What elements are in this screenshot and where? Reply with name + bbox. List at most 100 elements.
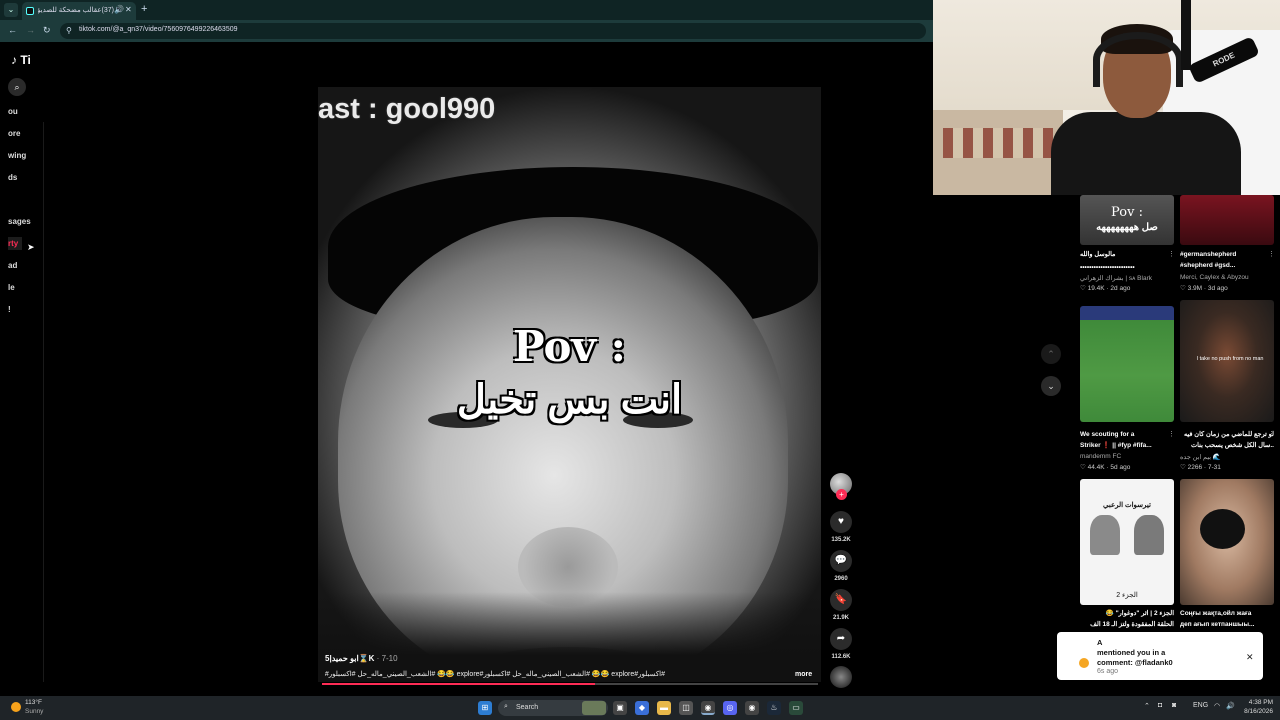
volume-icon[interactable]: 🔊 xyxy=(1226,702,1235,710)
store-icon[interactable]: ◫ xyxy=(679,701,693,715)
related-card-title2[interactable]: #shepherd #gsd... xyxy=(1180,261,1274,270)
related-card-title[interactable]: لو ترجع للماضي من زمان كان فيه xyxy=(1180,430,1274,439)
discord-icon[interactable]: ◎ xyxy=(723,701,737,715)
age-value: 5d ago xyxy=(1110,464,1131,471)
close-icon[interactable]: ✕ xyxy=(1246,652,1254,663)
site-info-icon[interactable]: ⚲ xyxy=(66,26,72,35)
sidebar-item-friends[interactable]: ds xyxy=(8,173,17,182)
clock-date[interactable]: 8/16/2026 xyxy=(1238,708,1273,715)
chrome-alt-icon[interactable]: ◉ xyxy=(745,701,759,715)
search-highlight-icon[interactable] xyxy=(582,701,606,715)
steam-icon[interactable]: ♨ xyxy=(767,701,781,715)
wifi-icon[interactable]: ◠ xyxy=(1214,702,1220,710)
related-card-title2[interactable]: Striker ❗ || #fyp #fifa... xyxy=(1080,441,1174,450)
weather-condition[interactable]: Sunny xyxy=(25,708,43,715)
related-card-title2[interactable]: •••••••••••••••••••••••• xyxy=(1080,263,1174,272)
sidebar-divider xyxy=(43,122,44,682)
browser-tab-strip: ⌄ (37)عقالب مضحكة للصديق 🔊 ✕ + xyxy=(0,0,933,20)
like-heart-icon[interactable]: ♥ xyxy=(830,511,852,533)
video-date-value: 7-10 xyxy=(381,654,398,663)
chrome-icon[interactable]: ◉ xyxy=(701,701,715,715)
tray-app-icon[interactable]: ◙ xyxy=(1172,702,1176,709)
tiktok-logo[interactable]: ♪ Ti xyxy=(11,53,31,67)
webcam-streamer-body xyxy=(1051,112,1241,195)
related-card-title2[interactable]: ..سال الكل شخص يسحب بنات xyxy=(1180,441,1274,450)
related-card-thumbnail[interactable]: Pov : صل ههههههههه xyxy=(1080,195,1174,245)
related-card-title[interactable]: مالوسل والله xyxy=(1080,250,1174,259)
reload-icon[interactable]: ↻ xyxy=(43,25,51,36)
share-arrow-icon[interactable]: ➦ xyxy=(830,628,852,650)
related-card-title2[interactable]: الحلقة المفقودة ولتز الـ 18 الف xyxy=(1080,620,1174,629)
browser-tab-active[interactable]: (37)عقالب مضحكة للصديق 🔊 ✕ xyxy=(22,2,136,20)
more-options-icon[interactable]: ⋮ xyxy=(1168,430,1175,438)
terminal-icon[interactable]: ▭ xyxy=(789,701,803,715)
music-disc-icon[interactable] xyxy=(830,666,852,688)
clock-time[interactable]: 4:38 PM xyxy=(1243,699,1273,706)
speaker-icon[interactable]: 🔊 xyxy=(114,5,124,14)
webcam-mic-arm xyxy=(1181,0,1191,70)
sidebar-item-following[interactable]: wing xyxy=(8,151,26,160)
related-card-thumbnail[interactable] xyxy=(1180,195,1274,245)
thumb-portrait xyxy=(1134,515,1164,555)
search-icon[interactable]: ⌕ xyxy=(8,78,26,96)
video-player[interactable]: ast : gool990 Pov : انت بس تخيل xyxy=(318,87,821,682)
related-card-thumbnail[interactable]: تيرسوات الرعبي الجزء 2 xyxy=(1080,479,1174,605)
related-card-author[interactable]: mandemm FC xyxy=(1080,453,1174,460)
share-count: 112.6K xyxy=(831,654,851,660)
tray-app-icon[interactable]: ◘ xyxy=(1158,702,1162,709)
likes-value: 3.9M xyxy=(1187,285,1203,292)
sidebar-item-profile[interactable]: le xyxy=(8,283,15,292)
caption-more-button[interactable]: more xyxy=(795,671,812,678)
more-options-icon[interactable]: ⋮ xyxy=(1268,250,1275,258)
related-card-title[interactable]: الجزء 2 | اثر "دوغوار" 😂 xyxy=(1080,609,1174,618)
previous-video-chevron-up-icon[interactable]: ⌃ xyxy=(1041,344,1061,364)
sidebar-item-for-you[interactable]: ou xyxy=(8,107,18,116)
sidebar-item-more[interactable]: ! xyxy=(8,305,11,314)
sidebar-item-explore[interactable]: ore xyxy=(8,129,20,138)
more-options-icon[interactable]: ⋮ xyxy=(1168,250,1175,258)
age-value: 3d ago xyxy=(1207,285,1228,292)
sidebar-item-messages[interactable]: sages xyxy=(8,217,31,226)
file-explorer-icon[interactable]: ▬ xyxy=(657,701,671,715)
tab-close-icon[interactable]: ✕ xyxy=(125,5,132,14)
video-overlay-subtitle: انت بس تخيل xyxy=(456,378,683,422)
tray-chevron-up-icon[interactable]: ⌃ xyxy=(1144,702,1150,710)
windows-start-icon[interactable]: ⊞ xyxy=(478,701,492,715)
language-indicator[interactable]: ENG xyxy=(1193,702,1208,709)
mention-notification[interactable]: A mentioned you in a comment: @fladank0 … xyxy=(1057,632,1263,680)
sidebar-item-activity[interactable]: rty xyxy=(8,237,23,250)
next-video-chevron-down-icon[interactable]: ⌄ xyxy=(1041,376,1061,396)
related-card-thumbnail[interactable]: I take no push from no man xyxy=(1180,300,1274,422)
url-omnibox[interactable]: ⚲ tiktok.com/@a_qn37/video/7560976499226… xyxy=(60,23,926,39)
video-date: · 7-10 xyxy=(376,654,398,663)
video-progress-bar[interactable] xyxy=(322,683,818,685)
video-overlay-title: Pov : xyxy=(513,322,626,371)
related-card-title[interactable]: #germanshepherd xyxy=(1180,250,1274,259)
comment-icon[interactable]: 💬 xyxy=(830,550,852,572)
thumb-text: تيرسوات الرعبي xyxy=(1103,502,1151,509)
sun-icon[interactable] xyxy=(11,702,21,712)
related-card-author[interactable]: بيم ابن جده 🌊 xyxy=(1180,453,1274,461)
video-author-line[interactable]: 5|ابو حميد⌛K · 7-10 xyxy=(325,654,398,663)
copilot-icon[interactable]: ◆ xyxy=(635,701,649,715)
related-card-author[interactable]: بشراك الزهراني | sᴀ Blark xyxy=(1080,274,1174,282)
related-card-thumbnail[interactable] xyxy=(1080,306,1174,422)
bookmark-icon[interactable]: 🔖 xyxy=(830,589,852,611)
back-arrow-icon[interactable]: ← xyxy=(8,25,17,35)
related-card-thumbnail[interactable] xyxy=(1180,479,1274,605)
follow-plus-icon[interactable]: + xyxy=(836,489,847,500)
forward-arrow-icon[interactable]: → xyxy=(26,25,35,35)
video-author[interactable]: 5|ابو حميد⌛K xyxy=(325,654,374,663)
task-view-icon[interactable]: ▣ xyxy=(613,701,627,715)
sidebar-item-upload[interactable]: ad xyxy=(8,261,17,270)
related-card-author[interactable]: Merci, Caylex & Abyzou xyxy=(1180,274,1274,281)
related-card-stats: ♡ 44.4K · 5d ago xyxy=(1080,464,1131,471)
related-card-title[interactable]: Соңғы жақта,ойл жаға xyxy=(1180,609,1274,618)
tab-search-chevron-icon[interactable]: ⌄ xyxy=(4,3,18,17)
weather-temp[interactable]: 113°F xyxy=(25,699,42,706)
more-options-icon[interactable]: ⋮ xyxy=(1268,430,1275,438)
new-tab-plus-icon[interactable]: + xyxy=(141,3,147,15)
related-card-title2[interactable]: деп ағып кетпаншыы... xyxy=(1180,620,1274,629)
related-card-title[interactable]: We scouting for a xyxy=(1080,430,1174,439)
related-card-stats: ♡ 19.4K · 2d ago xyxy=(1080,285,1131,292)
